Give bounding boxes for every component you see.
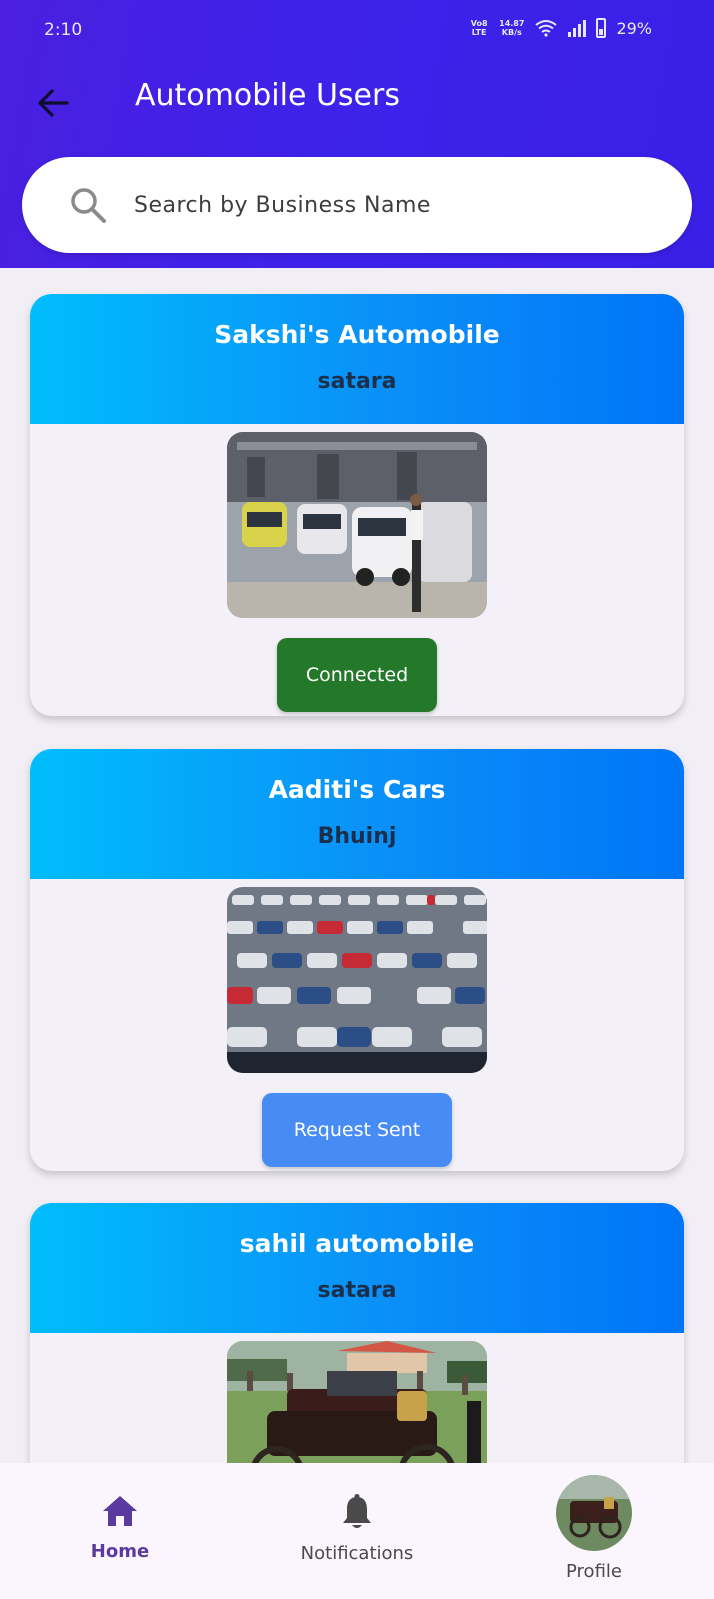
card-header: Sakshi's Automobile satara [30, 294, 684, 424]
app-header: 2:10 Vo8 LTE 14.87 KB/s 29% Automobile U… [0, 0, 714, 268]
user-card[interactable]: Aaditi's Cars Bhuinj Request Sent [30, 749, 684, 1171]
business-photo [227, 432, 487, 618]
nav-notifications[interactable]: Notifications [296, 1493, 418, 1564]
business-photo [227, 887, 487, 1073]
business-photo [227, 1341, 487, 1463]
business-name: Aaditi's Cars [268, 775, 446, 804]
network-speed: 14.87 KB/s [499, 19, 524, 37]
card-header: Aaditi's Cars Bhuinj [30, 749, 684, 879]
business-location: satara [317, 1278, 397, 1303]
status-time: 2:10 [44, 20, 83, 40]
page-title: Automobile Users [135, 78, 400, 113]
nav-home[interactable]: Home [82, 1493, 158, 1562]
business-name: Sakshi's Automobile [214, 320, 500, 349]
bottom-navigation: Home Notifications Profile [0, 1463, 714, 1599]
avatar [556, 1475, 632, 1551]
network-speed-value: 14.87 [499, 19, 525, 28]
network-type: Vo8 LTE [470, 19, 488, 37]
nav-profile-label: Profile [566, 1561, 622, 1582]
back-button[interactable] [30, 80, 76, 126]
user-card[interactable]: Sakshi's Automobile satara Connected [30, 294, 684, 716]
business-location: Bhuinj [317, 824, 397, 849]
arrow-left-icon [38, 89, 69, 117]
nav-profile[interactable]: Profile [556, 1475, 632, 1582]
battery-icon [596, 18, 607, 38]
network-speed-unit: KB/s [501, 28, 522, 37]
signal-icon [568, 19, 587, 37]
status-icons: Vo8 LTE 14.87 KB/s 29% [469, 18, 652, 38]
search-icon [71, 188, 106, 223]
user-list[interactable]: Sakshi's Automobile satara Connected Aad… [0, 268, 714, 1463]
card-header: sahil automobile satara [30, 1203, 684, 1333]
bell-icon [343, 1494, 371, 1528]
search-input[interactable] [134, 192, 654, 218]
home-icon [103, 1496, 137, 1526]
status-bar: 2:10 Vo8 LTE 14.87 KB/s 29% [0, 0, 714, 60]
business-name: sahil automobile [239, 1229, 475, 1258]
battery-percent: 29% [616, 18, 652, 38]
nav-notifications-label: Notifications [300, 1543, 414, 1564]
nav-home-label: Home [90, 1541, 150, 1562]
wifi-icon [535, 20, 558, 37]
business-location: satara [317, 369, 397, 394]
search-bar[interactable] [22, 157, 692, 253]
user-card[interactable]: sahil automobile satara [30, 1203, 684, 1463]
connection-status-button[interactable]: Connected [277, 638, 437, 712]
connection-status-button[interactable]: Request Sent [262, 1093, 452, 1167]
